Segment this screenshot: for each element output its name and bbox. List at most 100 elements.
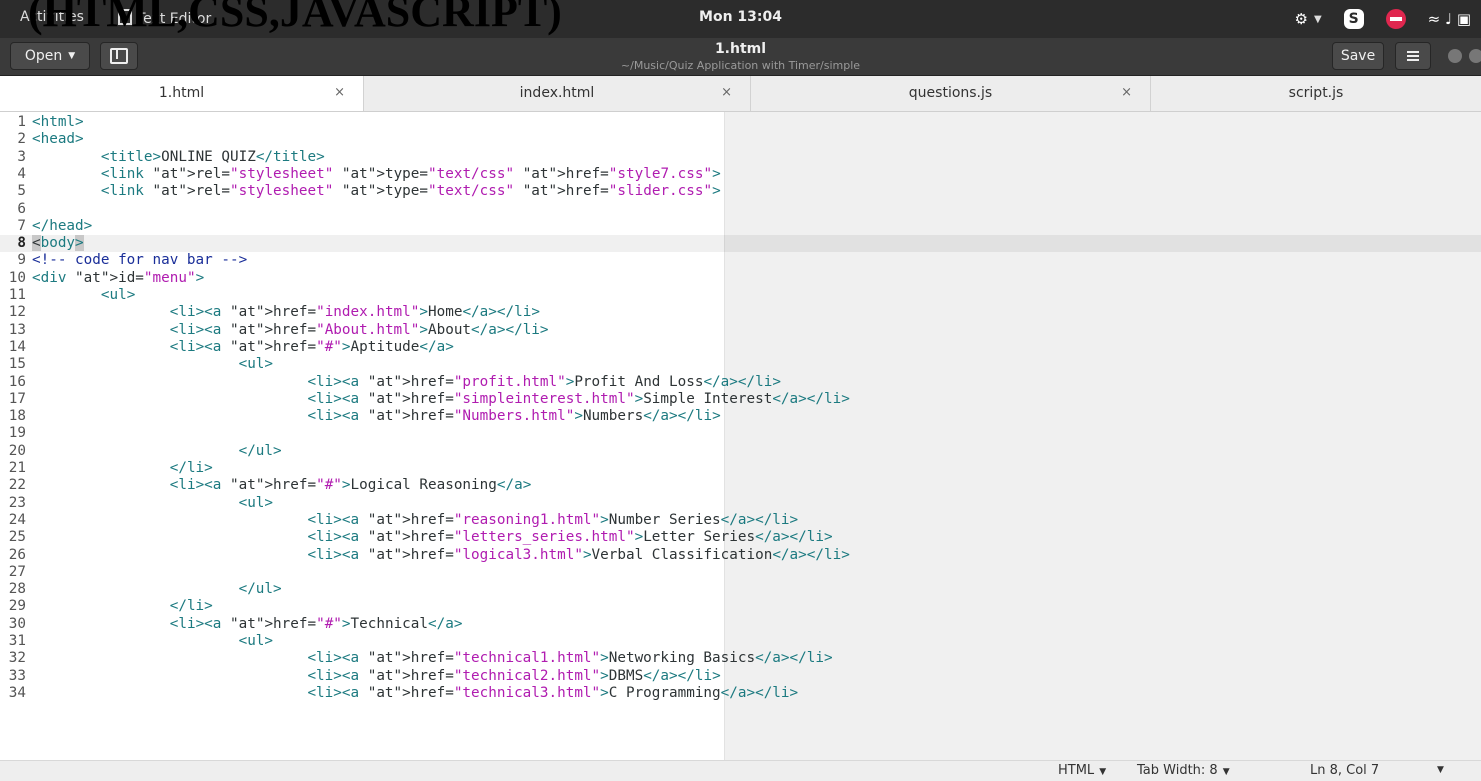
menu-button[interactable]: [1395, 42, 1431, 70]
code-line[interactable]: 5 <link "at">rel="stylesheet" "at">type=…: [0, 183, 1481, 200]
code-line[interactable]: 20 </ul>: [0, 443, 1481, 460]
chevron-down-icon[interactable]: ▼: [1437, 765, 1444, 775]
code-line[interactable]: 29 </li>: [0, 598, 1481, 615]
code-line[interactable]: 23 <ul>: [0, 495, 1481, 512]
code-line[interactable]: 15 <ul>: [0, 356, 1481, 373]
line-number: 30: [8, 615, 26, 632]
close-icon[interactable]: ×: [334, 85, 345, 100]
code-line[interactable]: 9 <!-- code for nav bar -->: [0, 252, 1481, 269]
code-text: <html>: [32, 114, 84, 130]
save-button[interactable]: Save: [1332, 42, 1384, 70]
code-line[interactable]: 28 </ul>: [0, 581, 1481, 598]
code-text: <!-- code for nav bar -->: [32, 252, 248, 269]
code-line[interactable]: 21 </li>: [0, 460, 1481, 477]
tab-questions-js[interactable]: questions.js ×: [751, 76, 1151, 111]
cursor-position[interactable]: Ln 8, Col 7: [1310, 763, 1379, 778]
code-text: <body>: [32, 235, 84, 252]
code-text: <li><a "at">href="profit.html">Profit An…: [307, 373, 781, 390]
tab-label: questions.js: [908, 85, 993, 101]
line-number: 17: [8, 390, 26, 407]
line-number: 27: [8, 563, 26, 580]
line-number: 18: [8, 408, 26, 425]
accessibility-icon[interactable]: ⚙ ▼: [1294, 10, 1321, 28]
hamburger-icon: [1407, 51, 1419, 61]
code-line[interactable]: 1 <html>: [0, 114, 1481, 131]
tab-width-selector[interactable]: Tab Width: 8 ▼: [1137, 763, 1230, 778]
block-icon[interactable]: [1385, 9, 1406, 29]
tab-index-html[interactable]: index.html ×: [364, 76, 751, 111]
code-line[interactable]: 32 <li><a "at">href="technical1.html">Ne…: [0, 650, 1481, 667]
code-line[interactable]: 8 <body>: [0, 235, 1481, 253]
minimize-icon[interactable]: [1448, 49, 1462, 63]
code-line[interactable]: 26 <li><a "at">href="logical3.html">Verb…: [0, 547, 1481, 564]
line-number: 2: [17, 131, 26, 148]
code-line[interactable]: 24 <li><a "at">href="reasoning1.html">Nu…: [0, 512, 1481, 529]
line-number: 16: [8, 373, 26, 390]
code-line[interactable]: 22 <li><a "at">href="#">Logical Reasonin…: [0, 477, 1481, 494]
tab-label: script.js: [1288, 85, 1344, 101]
line-number: 5: [17, 183, 26, 200]
code-line[interactable]: 34 <li><a "at">href="technical3.html">C …: [0, 685, 1481, 702]
line-number: 4: [17, 165, 26, 182]
code-line[interactable]: 7 </head>: [0, 218, 1481, 235]
code-line[interactable]: 6: [0, 201, 1481, 218]
code-editor[interactable]: 1 <html> 2 <head> 3 <title>ONLINE QUIZ</titl…: [0, 112, 1481, 760]
code-line[interactable]: 16 <li><a "at">href="profit.html">Profit…: [0, 374, 1481, 391]
code-line[interactable]: 17 <li><a "at">href="simpleinterest.html…: [0, 391, 1481, 408]
line-number: 25: [8, 529, 26, 546]
skype-icon[interactable]: S: [1343, 9, 1364, 29]
code-text: <ul>: [238, 494, 274, 511]
line-number: 24: [8, 511, 26, 528]
code-line[interactable]: 31 <ul>: [0, 633, 1481, 650]
code-text: <li><a "at">href="technical1.html">Netwo…: [307, 650, 833, 667]
line-number: 11: [8, 287, 26, 303]
code-text: <li><a "at">href="#">Logical Reasoning</…: [169, 477, 532, 494]
code-text: <li><a "at">href="reasoning1.html">Numbe…: [307, 511, 799, 528]
code-line[interactable]: 25 <li><a "at">href="letters_series.html…: [0, 529, 1481, 546]
code-line[interactable]: 19: [0, 425, 1481, 442]
line-number: 22: [8, 477, 26, 494]
code-line[interactable]: 33 <li><a "at">href="technical2.html">DB…: [0, 668, 1481, 685]
line-number: 10: [8, 269, 26, 286]
code-line[interactable]: 27: [0, 564, 1481, 581]
code-text: <li><a "at">href="#">Aptitude</a>: [169, 338, 454, 355]
code-text: <link "at">rel="stylesheet" "at">type="t…: [100, 183, 721, 200]
code-line[interactable]: 14 <li><a "at">href="#">Aptitude</a>: [0, 339, 1481, 356]
document-path: ~/Music/Quiz Application with Timer/simp…: [620, 59, 861, 72]
clock[interactable]: Mon 13:04: [0, 9, 1481, 25]
code-text: <ul>: [100, 287, 136, 303]
line-number: 26: [8, 546, 26, 563]
code-line[interactable]: 10 <div "at">id="menu">: [0, 270, 1481, 287]
language-selector[interactable]: HTML ▼: [1058, 763, 1106, 778]
line-number: 15: [8, 356, 26, 373]
close-icon[interactable]: ×: [1121, 85, 1132, 100]
tab-script-js[interactable]: script.js: [1151, 76, 1481, 111]
code-line[interactable]: 30 <li><a "at">href="#">Technical</a>: [0, 616, 1481, 633]
code-line[interactable]: 11 <ul>: [0, 287, 1481, 304]
code-line[interactable]: 18 <li><a "at">href="Numbers.html">Numbe…: [0, 408, 1481, 425]
tab-bar: 1.html × index.html × questions.js × scr…: [0, 76, 1481, 112]
tab-1-html[interactable]: 1.html ×: [0, 76, 364, 111]
code-text: <li><a "at">href="technical2.html">DBMS<…: [307, 667, 721, 684]
close-icon[interactable]: ×: [721, 85, 732, 100]
code-text: <title>ONLINE QUIZ</title>: [100, 148, 325, 165]
code-line[interactable]: 12 <li><a "at">href="index.html">Home</a…: [0, 304, 1481, 321]
document-title: 1.html: [714, 41, 767, 57]
code-text: <li><a "at">href="About.html">About</a><…: [169, 321, 549, 338]
network-volume-icons[interactable]: ≈ ♩ ▣: [1428, 10, 1471, 28]
code-line[interactable]: 3 <title>ONLINE QUIZ</title>: [0, 149, 1481, 166]
system-top-bar: Activities Text Editor Mon 13:04 ⚙ ▼ S ≈ …: [0, 0, 1481, 38]
line-number: 23: [8, 494, 26, 511]
code-text: <li><a "at">href="letters_series.html">L…: [307, 529, 833, 546]
tab-label: 1.html: [158, 85, 205, 101]
code-line[interactable]: 4 <link "at">rel="stylesheet" "at">type=…: [0, 166, 1481, 183]
code-line[interactable]: 2 <head>: [0, 131, 1481, 148]
code-text: <link "at">rel="stylesheet" "at">type="t…: [100, 165, 721, 182]
code-line[interactable]: 13 <li><a "at">href="About.html">About</…: [0, 322, 1481, 339]
chevron-down-icon: ▼: [1222, 767, 1230, 777]
maximize-icon[interactable]: [1469, 49, 1481, 63]
code-text: <li><a "at">href="logical3.html">Verbal …: [307, 546, 850, 563]
line-number: 32: [8, 650, 26, 667]
line-number: 8: [17, 235, 26, 252]
code-text: <li><a "at">href="index.html">Home</a></…: [169, 304, 540, 321]
